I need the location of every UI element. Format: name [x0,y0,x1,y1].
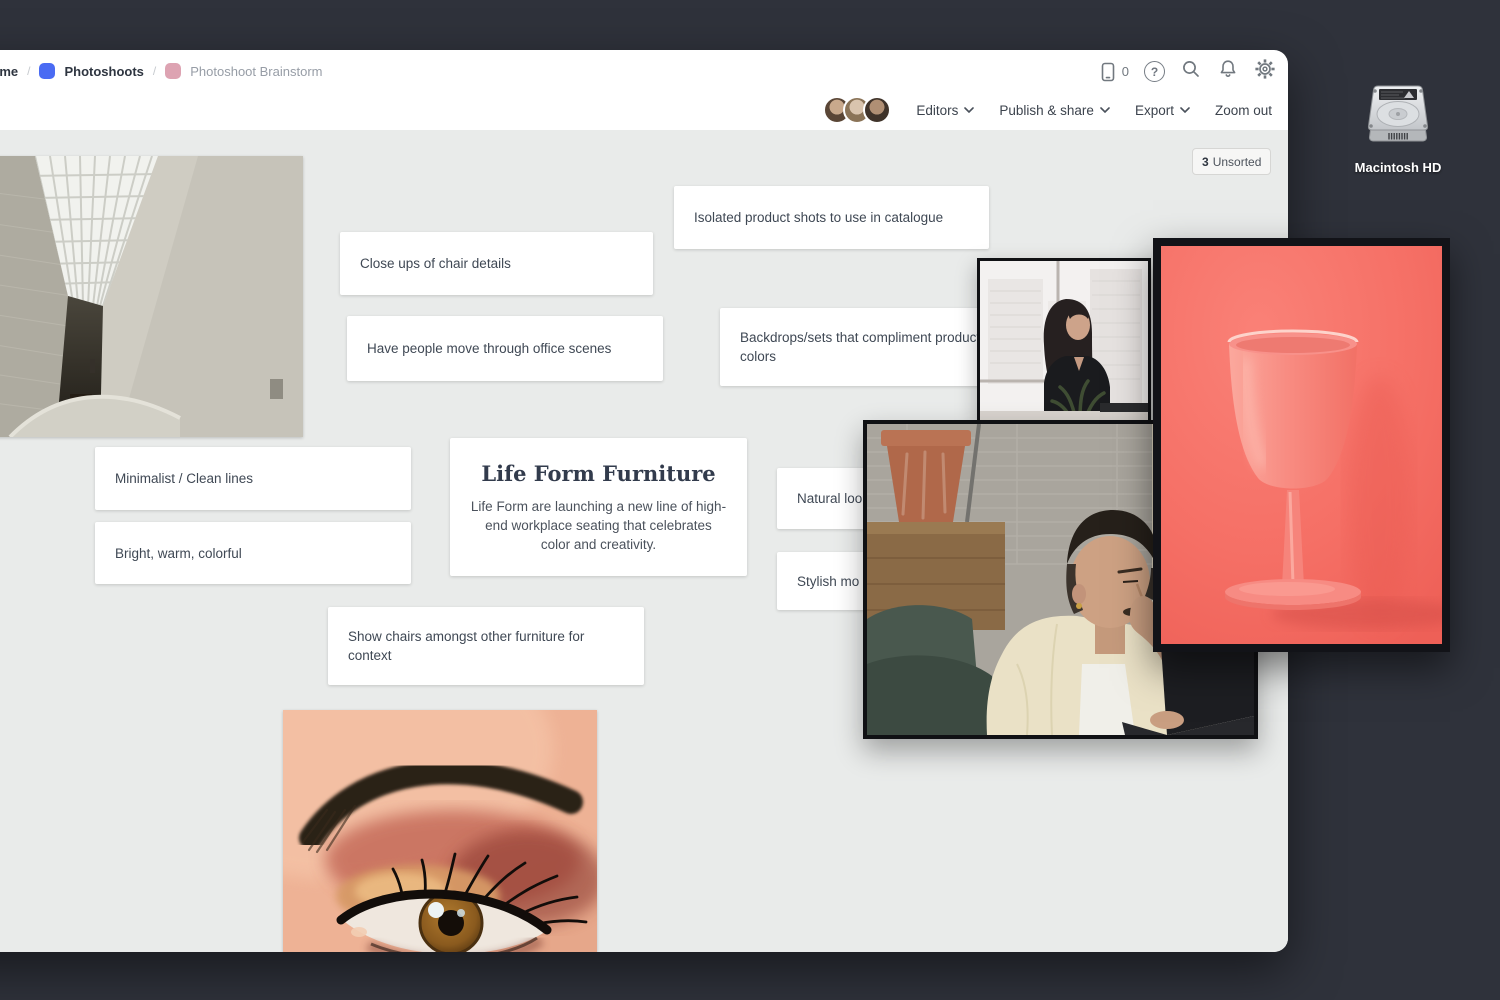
brief-note-card[interactable]: Life Form Furniture Life Form are launch… [450,438,747,576]
coral-goblet-photo[interactable] [1153,238,1450,652]
note-card[interactable]: Bright, warm, colorful [95,522,411,584]
chevron-down-icon [1180,107,1190,113]
search-icon[interactable] [1180,58,1202,85]
topbar-icons: 0 ? [1097,58,1276,85]
gear-icon[interactable] [1254,58,1276,85]
breadcrumb-current: Photoshoot Brainstorm [190,64,322,79]
macintosh-hd-drive[interactable]: Macintosh HD [1338,82,1458,175]
note-card[interactable]: Close ups of chair details [340,232,653,295]
avatar [863,96,891,124]
unsorted-badge[interactable]: 3 Unsorted [1192,148,1271,175]
editor-avatars[interactable] [823,96,891,124]
toolbar: Editors Publish & share Export Zoom out [823,96,1272,124]
device-count: 0 [1122,64,1129,79]
note-card[interactable]: Show chairs amongst other furniture for … [328,607,644,685]
eye-makeup-photo[interactable] [283,710,597,952]
breadcrumb-home[interactable]: Home [0,64,18,79]
note-title: Life Form Furniture [450,461,747,486]
desktop: Home / Photoshoots / Photoshoot Brainsto… [0,0,1500,1000]
breadcrumb: Home / Photoshoots / Photoshoot Brainsto… [0,61,322,81]
editors-button[interactable]: Editors [916,103,974,118]
bell-icon[interactable] [1217,58,1239,85]
help-icon[interactable]: ? [1144,61,1165,82]
board-color-swatch-pink [165,63,181,79]
board-color-swatch-blue [39,63,55,79]
hard-drive-icon [1362,82,1434,150]
note-body: Life Form are launching a new line of hi… [471,497,727,554]
note-card[interactable]: Minimalist / Clean lines [95,447,411,510]
app-window: Home / Photoshoots / Photoshoot Brainsto… [0,50,1288,952]
chevron-down-icon [964,107,974,113]
drive-label: Macintosh HD [1338,160,1458,175]
architecture-photo[interactable] [0,156,303,437]
breadcrumb-separator: / [27,64,30,78]
note-card[interactable]: Isolated product shots to use in catalog… [674,186,989,249]
publish-share-button[interactable]: Publish & share [999,103,1110,118]
export-button[interactable]: Export [1135,103,1190,118]
mobile-device-icon[interactable]: 0 [1097,61,1129,83]
zoom-out-button[interactable]: Zoom out [1215,103,1272,118]
chevron-down-icon [1100,107,1110,113]
board-canvas[interactable]: 3 Unsorted Close ups of chair details Is… [0,130,1288,952]
breadcrumb-separator: / [153,64,156,78]
breadcrumb-photoshoots[interactable]: Photoshoots [64,64,143,79]
note-card[interactable]: Have people move through office scenes [347,316,663,381]
woman-in-office-photo[interactable] [977,258,1151,423]
